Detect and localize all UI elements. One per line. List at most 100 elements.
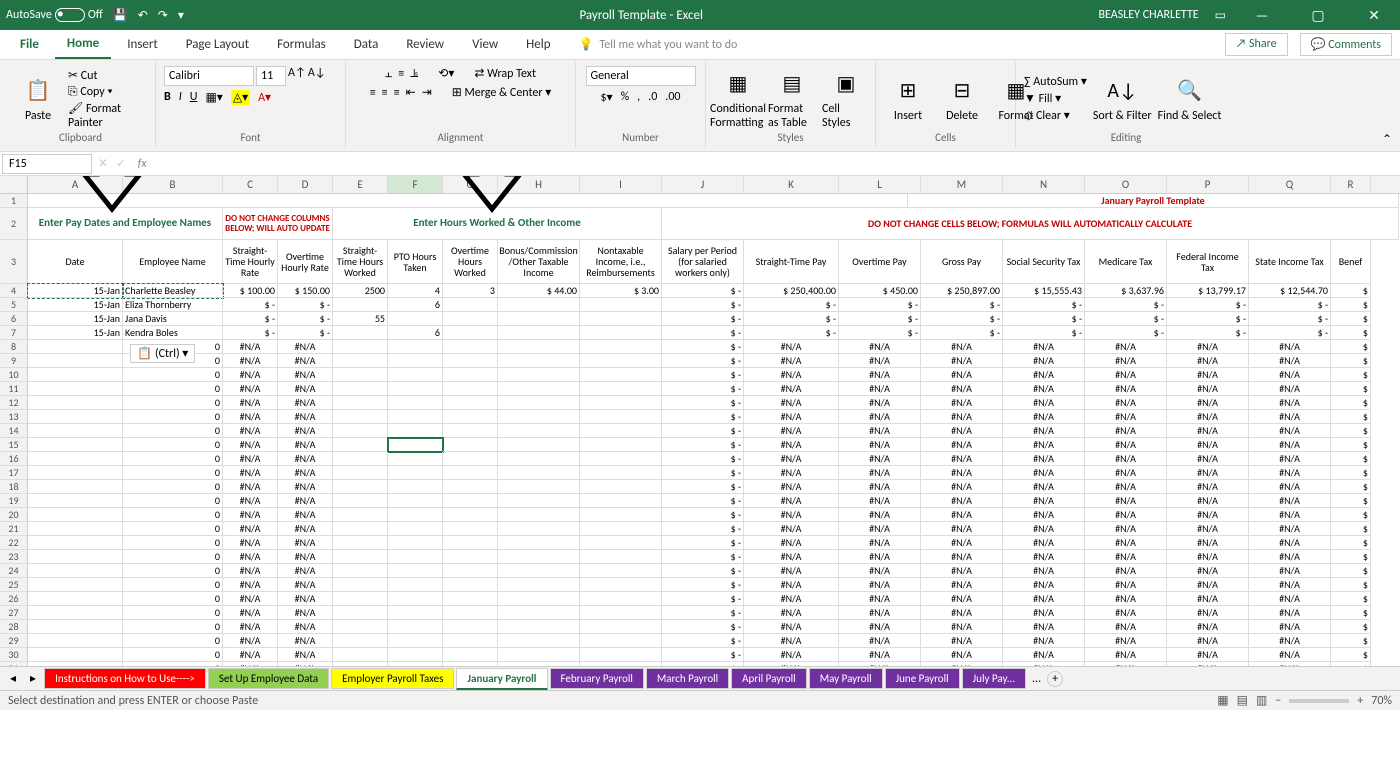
ribbon: 📋Paste ✂ Cut ⎘ Copy ▾ 🖌 Format Painter C… <box>0 60 1400 152</box>
increase-indent-icon[interactable]: ⇥ <box>422 85 432 100</box>
undo-icon[interactable]: ↶ <box>138 8 148 23</box>
bold-button[interactable]: B <box>164 90 171 105</box>
tab-nav-next[interactable]: ▸ <box>24 671 42 686</box>
align-left-icon[interactable]: ≡ <box>370 86 376 100</box>
delete-cells-button[interactable]: ⊟Delete <box>938 75 986 123</box>
clipboard-icon: 📋 <box>137 346 152 361</box>
cancel-icon[interactable]: ✕ <box>94 156 112 171</box>
maximize-button[interactable]: ▢ <box>1298 7 1338 24</box>
new-sheet-button[interactable]: + <box>1047 671 1063 687</box>
wrap-text-button[interactable]: ⇄ Wrap Text <box>474 66 536 81</box>
sheet-tab-instructions[interactable]: Instructions on How to Use----> <box>44 668 206 689</box>
tab-review[interactable]: Review <box>394 31 456 58</box>
select-all-corner[interactable] <box>0 176 28 193</box>
format-as-table-button[interactable]: ▤Format as Table <box>768 68 816 130</box>
shrink-font-icon[interactable]: A↓ <box>308 66 326 86</box>
tab-insert[interactable]: Insert <box>115 31 170 58</box>
tab-formulas[interactable]: Formulas <box>265 31 338 58</box>
save-icon[interactable]: 💾 <box>113 8 128 23</box>
sheet-tab-april[interactable]: April Payroll <box>731 668 807 689</box>
percent-button[interactable]: % <box>621 90 630 105</box>
tell-me-search[interactable]: 💡Tell me what you want to do <box>579 37 738 52</box>
formula-bar-row: F15 ✕ ✓ fx <box>0 152 1400 176</box>
align-center-icon[interactable]: ≡ <box>382 86 388 100</box>
sheet-tab-march[interactable]: March Payroll <box>646 668 729 689</box>
sheet-tab-setup[interactable]: Set Up Employee Data <box>208 668 329 689</box>
tab-view[interactable]: View <box>460 31 510 58</box>
copy-button[interactable]: ⎘ Copy ▾ <box>68 85 147 99</box>
clipboard-icon: 📋 <box>22 75 54 107</box>
tab-file[interactable]: File <box>8 31 51 58</box>
cut-button[interactable]: ✂ Cut <box>68 68 147 83</box>
scissors-icon: ✂ <box>68 69 78 83</box>
orientation-icon[interactable]: ⟲▾ <box>438 66 454 81</box>
user-name[interactable]: BEASLEY CHARLETTE <box>1099 8 1199 22</box>
grow-font-icon[interactable]: A↑ <box>288 66 306 86</box>
minimize-button[interactable]: — <box>1242 7 1282 24</box>
autosave-toggle[interactable]: AutoSave Off <box>6 8 103 22</box>
zoom-in-button[interactable]: + <box>1357 694 1363 708</box>
sheet-tab-may[interactable]: May Payroll <box>809 668 883 689</box>
collapse-ribbon-icon[interactable]: ⌃ <box>1382 132 1392 147</box>
align-bottom-icon[interactable]: ⫡ <box>410 67 418 81</box>
find-select-button[interactable]: 🔍Find & Select <box>1158 75 1222 123</box>
tab-nav-prev[interactable]: ◂ <box>4 671 22 686</box>
view-normal-icon[interactable]: ▦ <box>1217 693 1228 708</box>
zoom-level[interactable]: 70% <box>1371 694 1392 708</box>
insert-cells-button[interactable]: ⊞Insert <box>884 75 932 123</box>
redo-icon[interactable]: ↷ <box>158 8 168 23</box>
merge-center-button[interactable]: ⊞ Merge & Center ▾ <box>452 85 552 100</box>
bulb-icon: 💡 <box>579 37 594 52</box>
sheet-tab-january[interactable]: January Payroll <box>456 668 547 690</box>
tab-page-layout[interactable]: Page Layout <box>174 31 261 58</box>
conditional-formatting-button[interactable]: ▦Conditional Formatting <box>714 68 762 130</box>
comments-button[interactable]: 💬 Comments <box>1300 33 1392 56</box>
font-color-button[interactable]: A▾ <box>258 90 271 105</box>
share-button[interactable]: ↗ Share <box>1225 33 1288 56</box>
spreadsheet-grid[interactable]: AB CD EF GH IJ KL MN OP QR 1 January Pay… <box>0 176 1400 666</box>
fill-button[interactable]: ▼ Fill ▾ <box>1024 91 1087 106</box>
increase-decimal-icon[interactable]: .0 <box>648 90 657 105</box>
autosum-button[interactable]: ∑ AutoSum ▾ <box>1024 74 1087 89</box>
zoom-slider[interactable] <box>1289 699 1349 703</box>
decrease-decimal-icon[interactable]: .00 <box>665 90 680 105</box>
sheet-tab-june[interactable]: June Payroll <box>885 668 960 689</box>
name-box[interactable]: F15 <box>2 154 92 174</box>
align-middle-icon[interactable]: ≡ <box>398 67 404 81</box>
clear-button[interactable]: ◇ Clear ▾ <box>1024 108 1087 123</box>
zoom-out-button[interactable]: − <box>1275 694 1281 708</box>
tab-home[interactable]: Home <box>55 30 111 59</box>
decrease-indent-icon[interactable]: ⇤ <box>406 85 416 100</box>
tab-help[interactable]: Help <box>514 31 562 58</box>
tabs-more[interactable]: ... <box>1028 672 1045 686</box>
align-right-icon[interactable]: ≡ <box>394 86 400 100</box>
view-break-icon[interactable]: ▥ <box>1256 693 1267 708</box>
sort-filter-button[interactable]: A↓Sort & Filter <box>1093 75 1152 123</box>
align-top-icon[interactable]: ⫠ <box>385 67 392 81</box>
fx-icon[interactable]: fx <box>130 157 154 171</box>
sheet-tab-february[interactable]: February Payroll <box>550 668 644 689</box>
sheet-tab-employer-taxes[interactable]: Employer Payroll Taxes <box>331 668 454 689</box>
view-layout-icon[interactable]: ▤ <box>1237 693 1248 708</box>
font-size-select[interactable]: 11 <box>256 66 286 86</box>
format-painter-button[interactable]: 🖌 Format Painter <box>68 101 147 130</box>
close-button[interactable]: ✕ <box>1354 7 1394 24</box>
number-format-select[interactable]: General <box>586 66 696 86</box>
fill-color-button[interactable]: ◬▾ <box>231 90 250 105</box>
formula-bar[interactable] <box>154 162 1400 166</box>
currency-button[interactable]: $▾ <box>600 90 612 105</box>
tab-data[interactable]: Data <box>342 31 391 58</box>
enter-icon[interactable]: ✓ <box>112 156 130 171</box>
status-message: Select destination and press ENTER or ch… <box>8 694 258 708</box>
sheet-tab-july[interactable]: July Pay... <box>962 668 1026 689</box>
ribbon-display-icon[interactable]: ▭ <box>1215 8 1226 23</box>
font-name-select[interactable]: Calibri <box>164 66 254 86</box>
paste-button[interactable]: 📋Paste <box>14 75 62 123</box>
paste-options-button[interactable]: 📋(Ctrl) ▾ <box>130 344 195 363</box>
italic-button[interactable]: I <box>179 90 182 105</box>
border-button[interactable]: ▦▾ <box>205 90 222 105</box>
comma-button[interactable]: , <box>637 90 640 105</box>
underline-button[interactable]: U <box>190 90 198 105</box>
cell-styles-button[interactable]: ▣Cell Styles <box>822 68 870 130</box>
sheet-tabs-bar: ◂ ▸ Instructions on How to Use----> Set … <box>0 666 1400 690</box>
